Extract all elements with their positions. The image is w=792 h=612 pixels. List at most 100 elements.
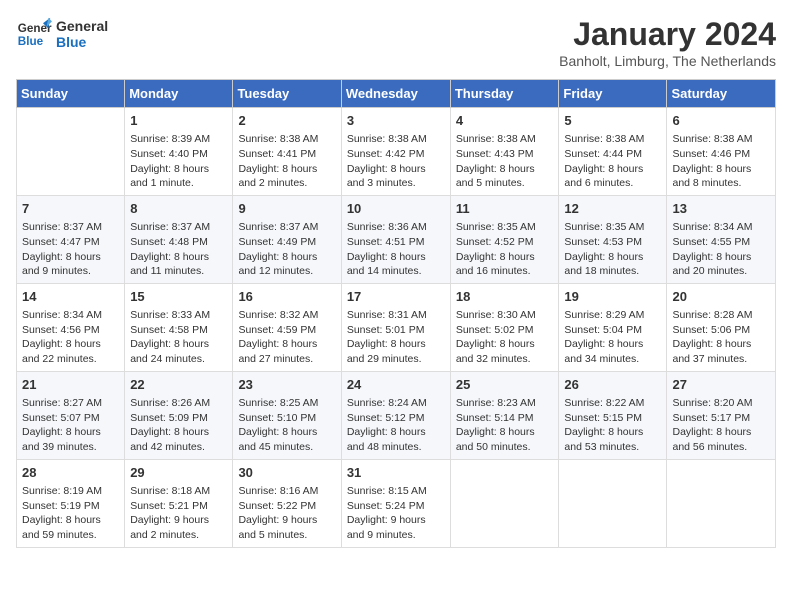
weekday-header-tuesday: Tuesday [233,80,341,108]
day-detail: Sunrise: 8:37 AMSunset: 4:49 PMDaylight:… [238,220,335,279]
day-detail: Sunrise: 8:38 AMSunset: 4:46 PMDaylight:… [672,132,770,191]
calendar-subtitle: Banholt, Limburg, The Netherlands [559,53,776,69]
day-number: 19 [564,288,661,306]
calendar-title: January 2024 [559,16,776,53]
weekday-header-thursday: Thursday [450,80,559,108]
weekday-header-saturday: Saturday [667,80,776,108]
calendar-cell: 19 Sunrise: 8:29 AMSunset: 5:04 PMDayligh… [559,283,667,371]
day-detail: Sunrise: 8:33 AMSunset: 4:58 PMDaylight:… [130,308,227,367]
day-detail: Sunrise: 8:34 AMSunset: 4:55 PMDaylight:… [672,220,770,279]
day-number: 15 [130,288,227,306]
calendar-cell [667,459,776,547]
calendar-cell: 11 Sunrise: 8:35 AMSunset: 4:52 PMDayligh… [450,195,559,283]
day-number: 8 [130,200,227,218]
day-detail: Sunrise: 8:35 AMSunset: 4:53 PMDaylight:… [564,220,661,279]
calendar-cell: 20 Sunrise: 8:28 AMSunset: 5:06 PMDayligh… [667,283,776,371]
logo-general: General [56,18,108,34]
day-detail: Sunrise: 8:22 AMSunset: 5:15 PMDaylight:… [564,396,661,455]
week-row-4: 21 Sunrise: 8:27 AMSunset: 5:07 PMDayligh… [17,371,776,459]
day-number: 9 [238,200,335,218]
weekday-header-row: SundayMondayTuesdayWednesdayThursdayFrid… [17,80,776,108]
day-number: 23 [238,376,335,394]
day-number: 24 [347,376,445,394]
calendar-cell: 23 Sunrise: 8:25 AMSunset: 5:10 PMDayligh… [233,371,341,459]
day-number: 13 [672,200,770,218]
calendar-cell: 31 Sunrise: 8:15 AMSunset: 5:24 PMDayligh… [341,459,450,547]
day-number: 3 [347,112,445,130]
calendar-cell: 25 Sunrise: 8:23 AMSunset: 5:14 PMDayligh… [450,371,559,459]
day-detail: Sunrise: 8:36 AMSunset: 4:51 PMDaylight:… [347,220,445,279]
day-number: 22 [130,376,227,394]
day-number: 7 [22,200,119,218]
day-number: 26 [564,376,661,394]
calendar-cell: 12 Sunrise: 8:35 AMSunset: 4:53 PMDayligh… [559,195,667,283]
week-row-5: 28 Sunrise: 8:19 AMSunset: 5:19 PMDayligh… [17,459,776,547]
day-detail: Sunrise: 8:30 AMSunset: 5:02 PMDaylight:… [456,308,554,367]
day-detail: Sunrise: 8:38 AMSunset: 4:43 PMDaylight:… [456,132,554,191]
day-detail: Sunrise: 8:38 AMSunset: 4:41 PMDaylight:… [238,132,335,191]
calendar-cell: 14Sunrise: 8:34 AMSunset: 4:56 PMDayligh… [17,283,125,371]
weekday-header-sunday: Sunday [17,80,125,108]
logo: General Blue General Blue [16,16,108,52]
day-number: 20 [672,288,770,306]
day-number: 27 [672,376,770,394]
day-detail: Sunrise: 8:38 AMSunset: 4:42 PMDaylight:… [347,132,445,191]
day-detail: Sunrise: 8:25 AMSunset: 5:10 PMDaylight:… [238,396,335,455]
calendar-cell: 22 Sunrise: 8:26 AMSunset: 5:09 PMDayligh… [125,371,233,459]
day-number: 29 [130,464,227,482]
title-area: January 2024 Banholt, Limburg, The Nethe… [559,16,776,69]
calendar-cell: 24Sunrise: 8:24 AMSunset: 5:12 PMDayligh… [341,371,450,459]
calendar-cell: 21 Sunrise: 8:27 AMSunset: 5:07 PMDayligh… [17,371,125,459]
calendar-cell: 8 Sunrise: 8:37 AMSunset: 4:48 PMDaylight… [125,195,233,283]
calendar-cell: 18 Sunrise: 8:30 AMSunset: 5:02 PMDayligh… [450,283,559,371]
day-number: 12 [564,200,661,218]
day-number: 25 [456,376,554,394]
day-detail: Sunrise: 8:38 AMSunset: 4:44 PMDaylight:… [564,132,661,191]
day-number: 1 [130,112,227,130]
day-detail: Sunrise: 8:23 AMSunset: 5:14 PMDaylight:… [456,396,554,455]
calendar-cell: 4 Sunrise: 8:38 AMSunset: 4:43 PMDaylight… [450,108,559,196]
day-number: 14 [22,288,119,306]
calendar-cell: 30 Sunrise: 8:16 AMSunset: 5:22 PMDayligh… [233,459,341,547]
day-number: 30 [238,464,335,482]
calendar-cell: 7 Sunrise: 8:37 AMSunset: 4:47 PMDaylight… [17,195,125,283]
day-number: 11 [456,200,554,218]
calendar-cell: 27Sunrise: 8:20 AMSunset: 5:17 PMDayligh… [667,371,776,459]
day-detail: Sunrise: 8:16 AMSunset: 5:22 PMDaylight:… [238,484,335,543]
weekday-header-monday: Monday [125,80,233,108]
calendar-cell [559,459,667,547]
day-detail: Sunrise: 8:31 AMSunset: 5:01 PMDaylight:… [347,308,445,367]
weekday-header-wednesday: Wednesday [341,80,450,108]
day-detail: Sunrise: 8:18 AMSunset: 5:21 PMDaylight:… [130,484,227,543]
calendar-cell: 16Sunrise: 8:32 AMSunset: 4:59 PMDayligh… [233,283,341,371]
day-detail: Sunrise: 8:15 AMSunset: 5:24 PMDaylight:… [347,484,445,543]
day-number: 21 [22,376,119,394]
day-detail: Sunrise: 8:37 AMSunset: 4:47 PMDaylight:… [22,220,119,279]
day-number: 28 [22,464,119,482]
weekday-header-friday: Friday [559,80,667,108]
day-detail: Sunrise: 8:26 AMSunset: 5:09 PMDaylight:… [130,396,227,455]
calendar-cell [17,108,125,196]
day-number: 5 [564,112,661,130]
calendar-cell: 15 Sunrise: 8:33 AMSunset: 4:58 PMDayligh… [125,283,233,371]
calendar-cell: 26 Sunrise: 8:22 AMSunset: 5:15 PMDayligh… [559,371,667,459]
day-number: 4 [456,112,554,130]
day-detail: Sunrise: 8:35 AMSunset: 4:52 PMDaylight:… [456,220,554,279]
day-detail: Sunrise: 8:37 AMSunset: 4:48 PMDaylight:… [130,220,227,279]
calendar-cell [450,459,559,547]
header: General Blue General Blue January 2024 B… [16,16,776,69]
logo-blue: Blue [56,34,108,50]
day-number: 18 [456,288,554,306]
day-number: 10 [347,200,445,218]
day-number: 2 [238,112,335,130]
calendar-cell: 9 Sunrise: 8:37 AMSunset: 4:49 PMDaylight… [233,195,341,283]
day-number: 31 [347,464,445,482]
calendar-cell: 3 Sunrise: 8:38 AMSunset: 4:42 PMDaylight… [341,108,450,196]
week-row-3: 14Sunrise: 8:34 AMSunset: 4:56 PMDayligh… [17,283,776,371]
day-detail: Sunrise: 8:28 AMSunset: 5:06 PMDaylight:… [672,308,770,367]
day-detail: Sunrise: 8:27 AMSunset: 5:07 PMDaylight:… [22,396,119,455]
calendar-cell: 6Sunrise: 8:38 AMSunset: 4:46 PMDaylight… [667,108,776,196]
week-row-2: 7 Sunrise: 8:37 AMSunset: 4:47 PMDaylight… [17,195,776,283]
day-detail: Sunrise: 8:19 AMSunset: 5:19 PMDaylight:… [22,484,119,543]
day-detail: Sunrise: 8:29 AMSunset: 5:04 PMDaylight:… [564,308,661,367]
